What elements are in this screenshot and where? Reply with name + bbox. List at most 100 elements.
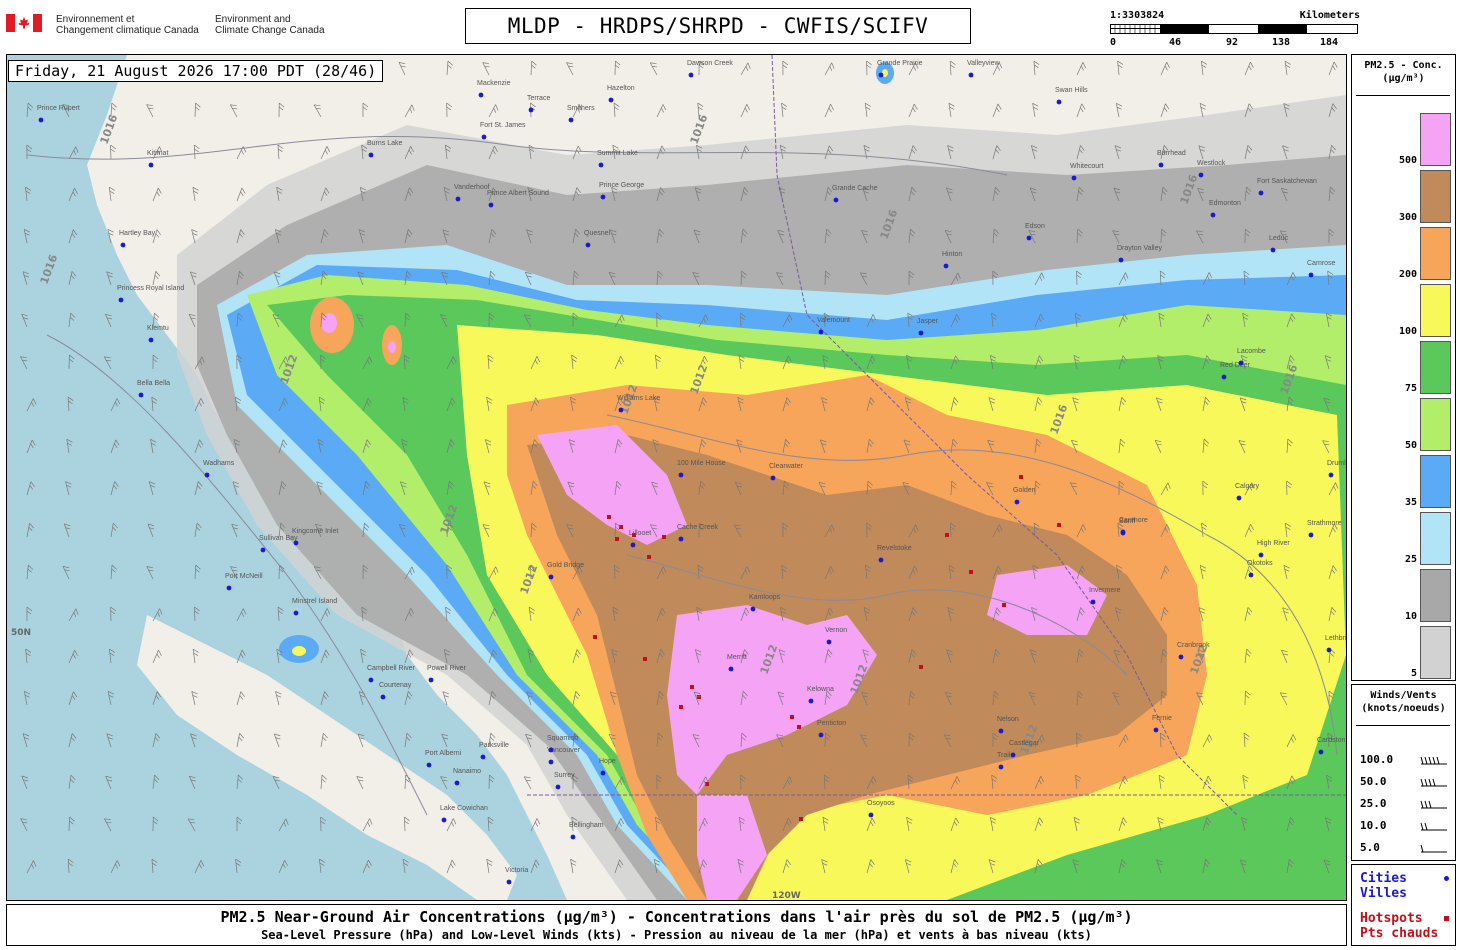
city-marker[interactable] [1308,532,1314,538]
map-canvas[interactable]: 10161016 10161016101610121012101210121012… [7,55,1346,900]
place-label: Revelstoke [877,545,912,552]
city-marker[interactable] [1258,190,1264,196]
place-label: Victoria [505,867,528,874]
city-marker[interactable] [943,263,949,269]
city-marker[interactable] [506,879,512,885]
city-marker[interactable] [1238,360,1244,366]
place-label: Strathmore [1307,520,1342,527]
city-marker[interactable] [826,639,832,645]
latitude-label: 50N [11,628,31,638]
city-marker[interactable] [585,242,591,248]
city-marker[interactable] [600,194,606,200]
city-marker[interactable] [455,196,461,202]
city-marker[interactable] [688,72,694,78]
city-marker[interactable] [368,152,374,158]
city-marker[interactable] [608,97,614,103]
city-marker[interactable] [368,677,374,683]
city-marker[interactable] [478,92,484,98]
city-marker[interactable] [678,472,684,478]
place-label: Penticton [817,720,846,727]
city-marker[interactable] [1118,257,1124,263]
city-marker[interactable] [1153,727,1159,733]
city-marker[interactable] [226,585,232,591]
city-marker[interactable] [480,754,486,760]
city-marker[interactable] [204,472,210,478]
city-marker[interactable] [808,698,814,704]
city-marker[interactable] [1318,749,1324,755]
place-label: Grande Cache [832,185,878,192]
city-marker[interactable] [868,812,874,818]
city-marker[interactable] [750,606,756,612]
city-marker[interactable] [441,817,447,823]
place-label: Fernie [1152,715,1172,722]
caption-line-1: PM2.5 Near-Ground Air Concentrations (µg… [220,908,1133,926]
city-marker[interactable] [728,666,734,672]
city-marker[interactable] [1248,572,1254,578]
city-marker[interactable] [148,162,154,168]
city-marker[interactable] [968,72,974,78]
city-marker[interactable] [293,610,299,616]
city-marker[interactable] [555,784,561,790]
city-marker[interactable] [1328,472,1334,478]
city-marker[interactable] [548,574,554,580]
city-marker[interactable] [548,747,554,753]
city-marker[interactable] [998,764,1004,770]
city-marker[interactable] [1178,654,1184,660]
city-marker[interactable] [630,542,636,548]
city-marker[interactable] [618,407,624,413]
city-marker[interactable] [1308,272,1314,278]
city-marker[interactable] [918,330,924,336]
place-label: Osoyoos [867,800,895,807]
city-marker[interactable] [1090,599,1096,605]
city-marker[interactable] [1210,212,1216,218]
smoke-forecast-map[interactable]: 1016 1016 1016 1016 1016 1012 1012 1012 1012 1012… [6,54,1347,901]
city-marker[interactable] [568,117,574,123]
city-marker[interactable] [1158,162,1164,168]
city-marker[interactable] [38,117,44,123]
city-marker[interactable] [1326,647,1332,653]
city-marker[interactable] [598,162,604,168]
city-marker[interactable] [148,337,154,343]
city-marker[interactable] [1014,499,1020,505]
city-marker[interactable] [818,732,824,738]
city-marker[interactable] [1258,552,1264,558]
legend-level-label: 200 [1398,269,1417,280]
city-marker[interactable] [833,197,839,203]
place-label: Squamish [547,735,578,742]
city-marker[interactable] [426,762,432,768]
city-marker[interactable] [454,780,460,786]
wind-legend-title: Winds/Vents (knots/noeuds) [1361,690,1446,714]
city-marker[interactable] [818,329,824,335]
city-marker[interactable] [481,134,487,140]
city-marker[interactable] [570,834,576,840]
city-marker[interactable] [770,475,776,481]
city-marker[interactable] [138,392,144,398]
place-label: Kingcome Inlet [292,528,338,535]
city-marker[interactable] [1071,175,1077,181]
city-marker[interactable] [998,728,1004,734]
city-marker[interactable] [548,759,554,765]
wind-barb-icon [1420,756,1447,765]
city-marker[interactable] [878,72,884,78]
legend-swatch [1420,626,1451,679]
city-marker[interactable] [118,297,124,303]
city-marker[interactable] [380,694,386,700]
city-marker[interactable] [1270,247,1276,253]
city-marker[interactable] [1010,752,1016,758]
city-marker[interactable] [1056,99,1062,105]
city-marker[interactable] [428,677,434,683]
city-marker[interactable] [488,202,494,208]
city-marker[interactable] [678,536,684,542]
city-marker[interactable] [260,547,266,553]
city-marker[interactable] [293,540,299,546]
city-marker[interactable] [600,770,606,776]
city-marker[interactable] [1236,495,1242,501]
city-marker[interactable] [1198,172,1204,178]
place-label: Camrose [1307,260,1336,267]
city-marker[interactable] [120,242,126,248]
city-marker[interactable] [1221,374,1227,380]
city-marker[interactable] [528,107,534,113]
city-marker[interactable] [1120,530,1126,536]
city-marker[interactable] [1026,235,1032,241]
city-marker[interactable] [878,557,884,563]
